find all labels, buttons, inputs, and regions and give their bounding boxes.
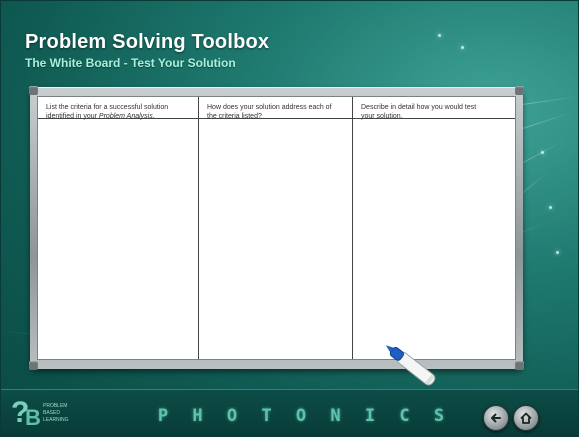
column-header: Describe in detail how you would test yo… <box>353 97 515 120</box>
light-dot <box>461 46 464 49</box>
pbl-word: BASED <box>43 410 60 416</box>
frame-corner <box>515 86 524 95</box>
brand-letter: H <box>192 406 203 426</box>
pbl-word: PROBLEM <box>43 403 68 409</box>
column-header-emphasis: Problem Analysis <box>98 113 153 120</box>
home-button[interactable] <box>513 405 539 431</box>
brand-letter: I <box>364 406 376 426</box>
back-button[interactable] <box>483 405 509 431</box>
column-header-line: How does your solution address each of <box>207 104 332 111</box>
brand-letter: O <box>295 406 307 426</box>
light-dot <box>556 251 559 254</box>
pbl-logo[interactable]: ? B PROBLEM BASED LEARNING <box>11 396 81 434</box>
pbl-logo-b-icon: B <box>25 405 41 430</box>
home-icon <box>520 412 532 424</box>
page-subtitle: The White Board - Test Your Solution <box>25 56 236 70</box>
whiteboard-column-address[interactable]: How does your solution address each of t… <box>198 97 352 359</box>
screen: Problem Solving Toolbox The White Board … <box>0 0 579 437</box>
whiteboard-column-criteria[interactable]: List the criteria for a successful solut… <box>38 97 198 359</box>
brand-letter: N <box>330 406 341 426</box>
brand-letter: O <box>226 406 238 426</box>
column-header-line: Describe in detail how you would test <box>361 104 477 111</box>
pbl-logo-words: PROBLEM BASED LEARNING <box>43 403 69 424</box>
page-title: Problem Solving Toolbox <box>25 31 270 53</box>
brand-letter: S <box>433 406 445 426</box>
pbl-word: LEARNING <box>43 417 69 423</box>
brand-letter: P <box>157 406 169 426</box>
column-header: List the criteria for a successful solut… <box>38 97 198 120</box>
frame-corner <box>515 361 524 370</box>
back-arrow-icon <box>491 413 501 423</box>
brand-letter: T <box>261 406 272 426</box>
column-header-suffix: . <box>152 113 155 120</box>
column-header-line: the criteria listed? <box>207 113 262 120</box>
light-dot <box>541 151 544 154</box>
whiteboard-column-test[interactable]: Describe in detail how you would test yo… <box>352 97 515 359</box>
column-header-line: List the criteria for a successful solut… <box>46 104 169 111</box>
light-dot <box>549 206 552 209</box>
frame-corner <box>29 86 38 95</box>
photonics-brand: P H O T O N I C S <box>151 405 451 427</box>
frame-corner <box>29 361 38 370</box>
light-dot <box>438 34 441 37</box>
brand-letter: C <box>399 406 410 426</box>
whiteboard: List the criteria for a successful solut… <box>37 96 516 360</box>
column-header-line: identified in your <box>46 113 99 120</box>
column-header-line: your solution. <box>361 113 403 120</box>
column-header: How does your solution address each of t… <box>199 97 352 120</box>
